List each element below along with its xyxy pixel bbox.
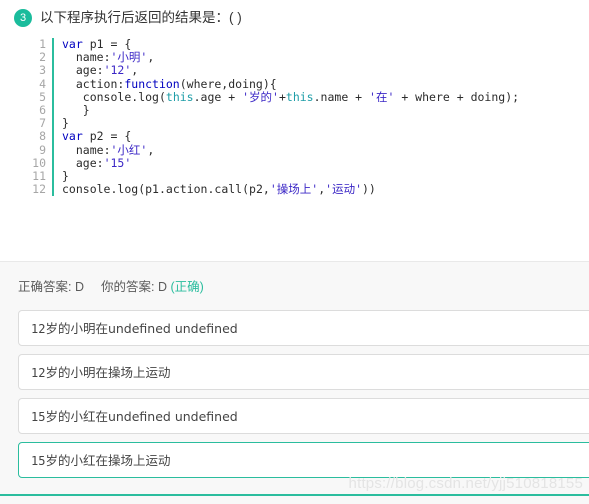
option-text: 岁的小红在操场上运动 xyxy=(45,453,171,468)
your-answer-label: 你的答案: xyxy=(100,280,155,294)
question-text: 以下程序执行后返回的结果是：( ) xyxy=(40,10,242,25)
answer-summary: 正确答案: D 你的答案: D (正确) xyxy=(0,262,589,296)
code-line-number: 5 xyxy=(39,89,46,104)
option-text-numeric: 15 xyxy=(31,410,46,424)
option-text: 岁的小明在操场上运动 xyxy=(45,365,171,380)
code-line: age:'15' xyxy=(75,155,132,170)
answer-result-badge: (正确) xyxy=(170,280,204,294)
code-line-number: 4 xyxy=(39,76,46,91)
options-list: 12岁的小明在undefined undefined 12岁的小明在操场上运动 15… xyxy=(0,310,589,478)
code-line-number: 12 xyxy=(32,182,46,197)
code-line-number: 10 xyxy=(32,155,46,170)
option-d[interactable]: 15岁的小红在操场上运动 xyxy=(18,442,589,478)
code-line-number: 9 xyxy=(39,142,46,157)
correct-answer-label: 正确答案: xyxy=(18,280,72,294)
option-text-numeric: 12 xyxy=(31,366,46,380)
question-number-badge: 3 xyxy=(14,9,32,27)
code-line: } xyxy=(62,102,90,117)
your-answer-value: D xyxy=(157,280,167,294)
code-line: console.log(this.age + '岁的'+this.name + … xyxy=(82,89,520,104)
answer-section: 正确答案: D 你的答案: D (正确) 12岁的小明在undefined un… xyxy=(0,262,589,504)
code-line-number: 8 xyxy=(39,129,46,144)
code-content: var p1 = { name:'小明', age:'12', action:f… xyxy=(54,37,520,197)
option-text-numeric: 12 xyxy=(31,322,46,336)
option-c[interactable]: 15岁的小红在undefined undefined xyxy=(18,398,589,434)
correct-answer-value: D xyxy=(74,280,84,294)
code-line-number: 3 xyxy=(39,63,46,78)
bottom-accent-rule xyxy=(0,494,589,496)
code-block: 1 2 3 4 5 6 7 8 9 10 11 12 var p1 = { name:'小明', ag… xyxy=(26,37,589,197)
option-text: 岁的小红在undefined undefined xyxy=(45,409,238,424)
option-text-numeric: 15 xyxy=(31,454,46,468)
code-line-numbers: 1 2 3 4 5 6 7 8 9 10 11 12 xyxy=(26,37,54,197)
option-text: 岁的小明在undefined undefined xyxy=(45,321,238,336)
code-line: console.log(p1.action.call(p2,'操场上','运动'… xyxy=(62,182,376,197)
question-header: 3 以下程序执行后返回的结果是：( ) xyxy=(0,0,589,28)
question-section: 3 以下程序执行后返回的结果是：( ) 1 2 3 4 5 6 7 8 9 10 11 12 var … xyxy=(0,0,589,261)
option-a[interactable]: 12岁的小明在undefined undefined xyxy=(18,310,589,346)
option-b[interactable]: 12岁的小明在操场上运动 xyxy=(18,354,589,390)
